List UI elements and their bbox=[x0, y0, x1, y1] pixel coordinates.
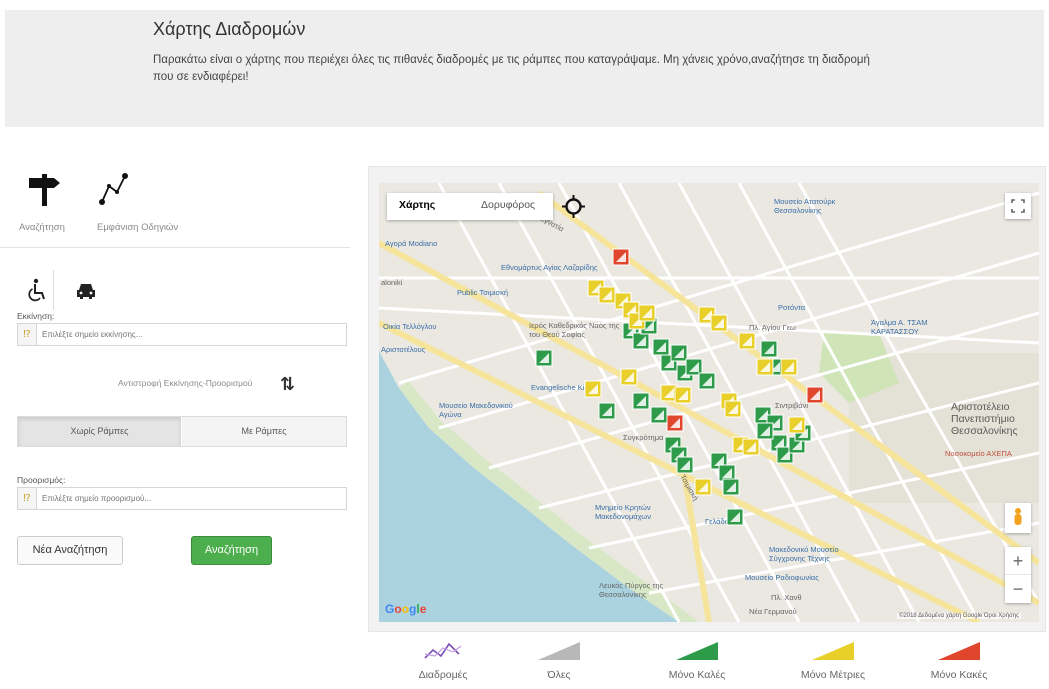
ramp-marker[interactable] bbox=[612, 248, 630, 266]
ramp-marker[interactable] bbox=[722, 478, 740, 496]
ramp-marker[interactable] bbox=[598, 402, 616, 420]
ramp-markers bbox=[535, 248, 824, 526]
ramp-toggle: Χωρίς Ράμπες Με Ράμπες bbox=[17, 416, 347, 447]
street-view-button[interactable] bbox=[1005, 503, 1031, 533]
ramp-marker[interactable] bbox=[535, 349, 553, 367]
map[interactable]: alonikí Αγορά Modiano Εθνομάρτυς Αγίας Λ… bbox=[379, 183, 1039, 622]
ramp-marker[interactable] bbox=[598, 286, 616, 304]
legend-medium[interactable]: Μόνο Μέτριες bbox=[783, 640, 883, 681]
ramp-all-icon bbox=[538, 642, 580, 660]
ramp-marker[interactable] bbox=[756, 358, 774, 376]
ramp-marker[interactable] bbox=[698, 372, 716, 390]
legend-medium-label: Μόνο Μέτριες bbox=[800, 669, 866, 681]
wheelchair-icon bbox=[28, 278, 45, 302]
map-type-map[interactable]: Χάρτης bbox=[399, 199, 435, 211]
ramp-marker[interactable] bbox=[726, 508, 744, 526]
ramp-marker[interactable] bbox=[788, 416, 806, 434]
ramp-marker[interactable] bbox=[694, 478, 712, 496]
fullscreen-icon bbox=[1011, 199, 1025, 213]
legend-bad-label: Μόνο Κακές bbox=[930, 669, 988, 681]
tab-search-label[interactable]: Αναζήτηση bbox=[19, 222, 65, 233]
map-type-control: Χάρτης Δορυφόρος bbox=[387, 193, 553, 220]
legend-all[interactable]: Όλες bbox=[509, 640, 609, 681]
with-ramps-button[interactable]: Με Ράμπες bbox=[182, 417, 346, 446]
ramp-marker[interactable] bbox=[742, 438, 760, 456]
ramp-marker[interactable] bbox=[620, 368, 638, 386]
ramp-marker[interactable] bbox=[632, 392, 650, 410]
ramp-marker[interactable] bbox=[670, 344, 688, 362]
destination-input[interactable] bbox=[42, 491, 342, 506]
start-label: Εκκίνηση: bbox=[17, 311, 55, 321]
pin-icon: ⁉ bbox=[18, 488, 37, 509]
fullscreen-button[interactable] bbox=[1005, 193, 1031, 219]
page-title: Χάρτης Διαδρομών bbox=[153, 19, 306, 39]
search-button[interactable]: Αναζήτηση bbox=[191, 536, 272, 565]
mode-wheelchair[interactable] bbox=[18, 270, 54, 310]
ramp-marker[interactable] bbox=[738, 332, 756, 350]
legend-good[interactable]: Μόνο Καλές bbox=[647, 640, 747, 681]
ramp-marker[interactable] bbox=[724, 400, 742, 418]
legend-good-label: Μόνο Καλές bbox=[668, 669, 726, 681]
legend-routes-label: Διαδρομές bbox=[418, 669, 468, 681]
ramp-marker[interactable] bbox=[710, 314, 728, 332]
destination-label: Προορισμός: bbox=[17, 475, 66, 485]
page-header: Χάρτης Διαδρομών Παρακάτω είναι ο χάρτης… bbox=[5, 10, 1044, 127]
ramp-good-icon bbox=[676, 642, 718, 660]
start-field[interactable]: ⁉ bbox=[17, 323, 347, 346]
ramp-marker[interactable] bbox=[666, 414, 684, 432]
ramp-marker[interactable] bbox=[760, 340, 778, 358]
ramp-bad-icon bbox=[938, 642, 980, 660]
without-ramps-button[interactable]: Χωρίς Ράμπες bbox=[18, 417, 181, 446]
routes-icon bbox=[424, 642, 462, 659]
ramp-marker[interactable] bbox=[674, 386, 692, 404]
legend-routes[interactable]: Διαδρομές bbox=[393, 640, 493, 681]
ramp-marker[interactable] bbox=[650, 406, 668, 424]
zoom-out-button[interactable]: − bbox=[1005, 575, 1031, 603]
ramp-markers-medium bbox=[584, 279, 806, 496]
swap-arrows-icon[interactable]: ⇅ bbox=[280, 374, 295, 395]
ramp-marker[interactable] bbox=[638, 304, 656, 322]
ramp-marker[interactable] bbox=[652, 338, 670, 356]
tab-directions-label[interactable]: Εμφάνιση Οδηγιών bbox=[97, 222, 178, 233]
ramp-marker[interactable] bbox=[756, 422, 774, 440]
ramp-medium-icon bbox=[812, 642, 854, 660]
ramp-marker[interactable] bbox=[584, 380, 602, 398]
car-icon bbox=[77, 284, 95, 299]
zoom-control: + − bbox=[1005, 547, 1031, 603]
locate-icon[interactable] bbox=[560, 193, 587, 220]
map-type-satellite[interactable]: Δορυφόρος bbox=[481, 199, 535, 211]
zoom-in-button[interactable]: + bbox=[1005, 547, 1031, 575]
ramp-marker[interactable] bbox=[780, 358, 798, 376]
ramp-marker[interactable] bbox=[806, 386, 824, 404]
pegman-icon bbox=[1014, 508, 1022, 525]
legend-all-label: Όλες bbox=[547, 669, 571, 681]
tool-tabs: Αναζήτηση Εμφάνιση Οδηγιών bbox=[0, 160, 350, 248]
destination-field[interactable]: ⁉ bbox=[17, 487, 347, 510]
legend-bad[interactable]: Μόνο Κακές bbox=[909, 640, 1009, 681]
page-description: Παρακάτω είναι ο χάρτης που περιέχει όλε… bbox=[153, 54, 870, 83]
ramp-marker[interactable] bbox=[676, 456, 694, 474]
google-logo: Google bbox=[385, 602, 427, 616]
signpost-icon[interactable] bbox=[26, 168, 66, 208]
swap-label[interactable]: Αντιστροφή Εκκίνησης-Προορισμού bbox=[118, 378, 252, 388]
start-input[interactable] bbox=[42, 327, 342, 342]
mode-car[interactable] bbox=[68, 270, 104, 310]
route-icon[interactable] bbox=[97, 168, 137, 208]
new-search-button[interactable]: Νέα Αναζήτηση bbox=[17, 536, 123, 565]
map-attribution[interactable]: ©2018 Δεδομένα χάρτη Google Όροι Χρήσης bbox=[897, 613, 1021, 619]
ramp-marker[interactable] bbox=[632, 332, 650, 350]
pin-icon: ⁉ bbox=[18, 324, 37, 345]
